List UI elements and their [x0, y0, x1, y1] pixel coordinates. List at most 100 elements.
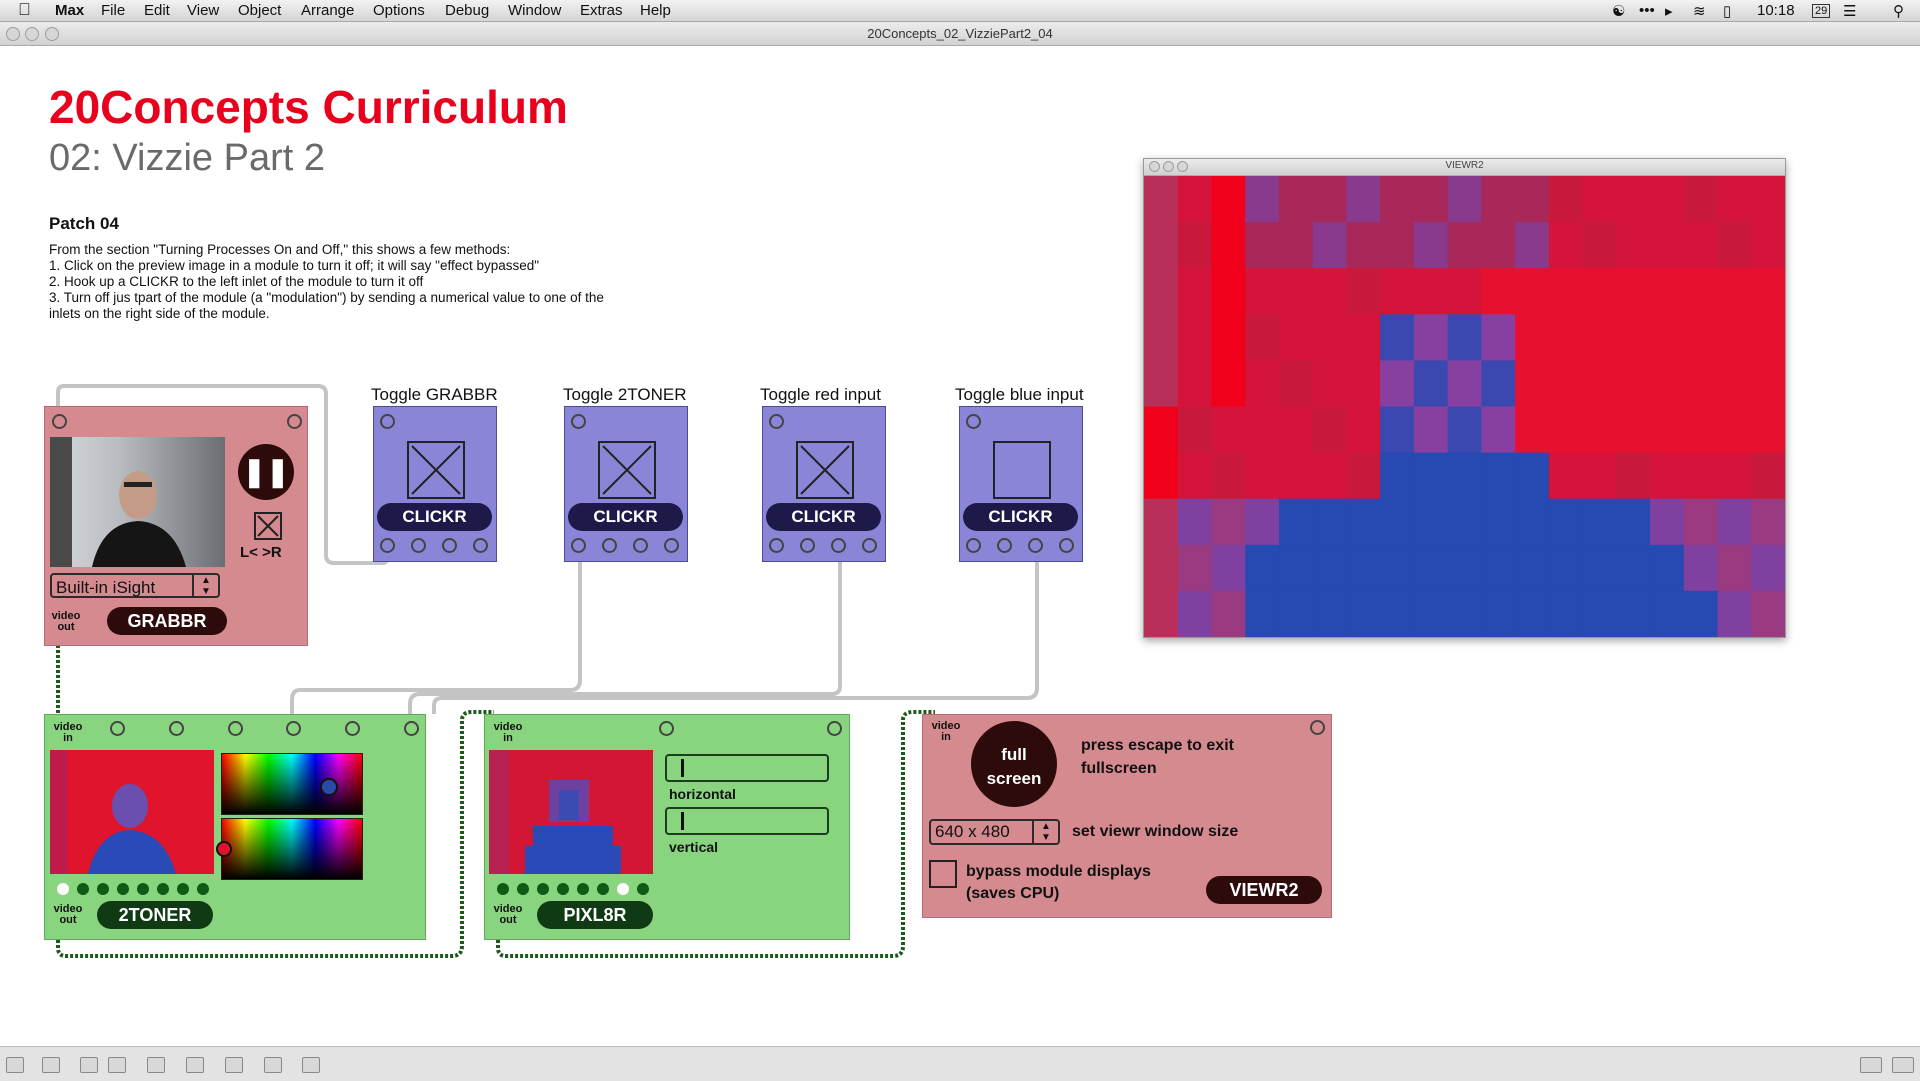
inlet-port[interactable] — [228, 721, 243, 736]
clickr-module-grabbr[interactable]: CLICKR — [373, 406, 497, 562]
inlet-port[interactable] — [571, 414, 586, 429]
mosaic-pixel — [1245, 176, 1280, 223]
mosaic-pixel — [1717, 360, 1752, 407]
comment-icon[interactable] — [147, 1057, 165, 1073]
clickr-module-2toner[interactable]: CLICKR — [564, 406, 688, 562]
toggle-checkbox[interactable] — [993, 441, 1051, 499]
mosaic-pixel — [1447, 544, 1482, 592]
outlet-port[interactable] — [966, 538, 981, 553]
grid-icon[interactable] — [80, 1057, 98, 1073]
info-icon[interactable] — [186, 1057, 204, 1073]
2toner-module[interactable]: video in video out 2TONER — [44, 714, 426, 940]
table-icon[interactable] — [264, 1057, 282, 1073]
clickr-button[interactable]: CLICKR — [766, 503, 881, 531]
toggle-checkbox[interactable] — [598, 441, 656, 499]
toggle-checkbox[interactable] — [407, 441, 465, 499]
viewr2-window[interactable]: VIEWR2 — [1143, 158, 1786, 638]
video-in-label: video in — [53, 721, 83, 744]
inlet-port[interactable] — [169, 721, 184, 736]
grabbr-name-button[interactable]: GRABBR — [107, 607, 227, 635]
outlet-port[interactable] — [380, 538, 395, 553]
bottom-toolbar — [0, 1046, 1920, 1081]
inlet-port[interactable] — [345, 721, 360, 736]
outlet-port[interactable] — [769, 538, 784, 553]
mosaic-pixel — [1245, 544, 1280, 592]
inlet-port[interactable] — [769, 414, 784, 429]
viewr2-name-button[interactable]: VIEWR2 — [1206, 876, 1322, 904]
checkbox-x-icon — [411, 445, 461, 495]
pause-button[interactable]: ❚❚ — [238, 444, 294, 500]
outlet-port[interactable] — [862, 538, 877, 553]
horizontal-slider[interactable] — [665, 754, 829, 782]
color-picker-1[interactable] — [221, 753, 363, 815]
grabbr-module[interactable]: ❚❚ L< >R Built-in iSight ▲ ▼ video out GR… — [44, 406, 308, 646]
toggle-checkbox[interactable] — [796, 441, 854, 499]
outlet-port[interactable] — [800, 538, 815, 553]
toggle-blue-input-label: Toggle blue input — [955, 385, 1084, 404]
pixl8r-preview[interactable] — [489, 750, 653, 874]
outlet-port[interactable] — [633, 538, 648, 553]
fullscreen-button[interactable]: full screen — [971, 721, 1057, 807]
clear-icon[interactable] — [108, 1057, 126, 1073]
outlet-port[interactable] — [602, 538, 617, 553]
2toner-preview[interactable] — [50, 750, 214, 874]
presentation-icon[interactable] — [42, 1057, 60, 1073]
clickr-module-red-input[interactable]: CLICKR — [762, 406, 886, 562]
pixl8r-module[interactable]: video in horizontal vertical video out P… — [484, 714, 850, 940]
slider-handle[interactable] — [681, 759, 684, 777]
outlet-port[interactable] — [1028, 538, 1043, 553]
slider-handle[interactable] — [681, 812, 684, 830]
viewr2-module[interactable]: video in full screen press escape to exi… — [922, 714, 1332, 918]
camera-preview[interactable] — [50, 437, 225, 567]
inlet-port[interactable] — [287, 414, 302, 429]
inlet-port[interactable] — [1310, 720, 1325, 735]
outlet-port[interactable] — [831, 538, 846, 553]
inlet-port[interactable] — [659, 721, 674, 736]
mosaic-pixel — [1413, 544, 1449, 592]
mosaic-pixel — [1245, 498, 1280, 546]
inlet-port[interactable] — [404, 721, 419, 736]
window-size-select[interactable]: 640 x 480 ▲ ▼ — [929, 819, 1060, 845]
fullscreen-label-line: screen — [986, 769, 1042, 788]
inlet-port[interactable] — [110, 721, 125, 736]
inlet-port[interactable] — [52, 414, 67, 429]
lr-toggle-checkbox[interactable] — [254, 512, 282, 540]
outlet-port[interactable] — [442, 538, 457, 553]
mosaic-pixel — [1548, 544, 1584, 592]
mosaic-pixel — [1346, 498, 1381, 546]
mosaic-pixel — [1751, 544, 1785, 592]
inlet-port[interactable] — [380, 414, 395, 429]
split-view-icon[interactable] — [1860, 1057, 1882, 1073]
2toner-name-button[interactable]: 2TONER — [97, 901, 213, 929]
mosaic-pixel — [1346, 590, 1381, 637]
clickr-button[interactable]: CLICKR — [377, 503, 492, 531]
outlet-port[interactable] — [411, 538, 426, 553]
outlet-port[interactable] — [664, 538, 679, 553]
bypass-checkbox[interactable] — [929, 860, 957, 888]
outlet-port[interactable] — [571, 538, 586, 553]
clickr-button[interactable]: CLICKR — [568, 503, 683, 531]
mosaic-pixel — [1413, 360, 1449, 407]
debug-icon[interactable] — [302, 1057, 320, 1073]
mosaic-pixel — [1346, 268, 1381, 315]
outlet-port[interactable] — [473, 538, 488, 553]
clickr-button[interactable]: CLICKR — [963, 503, 1078, 531]
color-picker-handle[interactable] — [216, 841, 232, 857]
device-select[interactable]: Built-in iSight ▲ ▼ — [50, 573, 220, 598]
pixl8r-name-button[interactable]: PIXL8R — [537, 901, 653, 929]
inlet-port[interactable] — [286, 721, 301, 736]
sidebar-icon[interactable] — [1892, 1057, 1914, 1073]
outlet-port[interactable] — [997, 538, 1012, 553]
object-icon[interactable] — [225, 1057, 243, 1073]
color-picker-2[interactable] — [216, 818, 363, 880]
vertical-slider[interactable] — [665, 807, 829, 835]
mosaic-pixel — [1481, 176, 1516, 223]
inlet-port[interactable] — [827, 721, 842, 736]
outlet-port[interactable] — [1059, 538, 1074, 553]
mosaic-pixel — [1548, 452, 1584, 500]
color-picker-handle[interactable] — [320, 778, 338, 796]
inlet-port[interactable] — [966, 414, 981, 429]
lock-icon[interactable] — [6, 1057, 24, 1073]
clickr-module-blue-input[interactable]: CLICKR — [959, 406, 1083, 562]
mosaic-pixel — [1650, 314, 1685, 361]
